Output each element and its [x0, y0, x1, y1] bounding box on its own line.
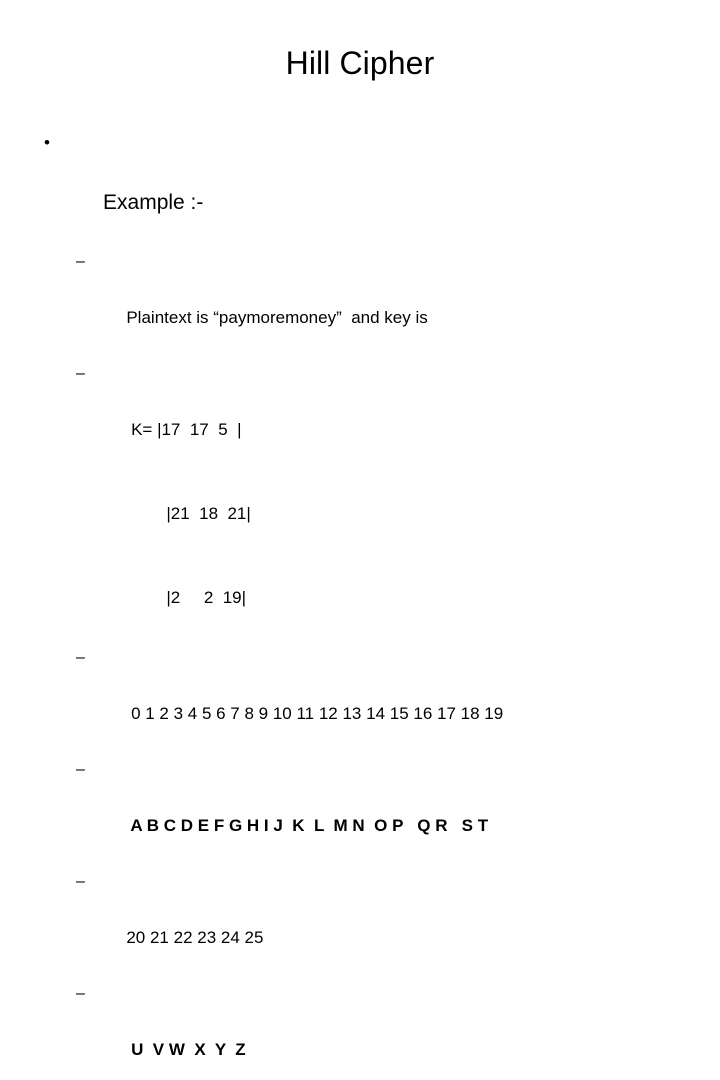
bullet-numbers-0-19: – 0 1 2 3 4 5 6 7 8 9 10 11 12 13 14 15 … — [0, 644, 720, 756]
numbers-0-19-label: 0 1 2 3 4 5 6 7 8 9 10 11 12 13 14 15 16… — [126, 704, 504, 723]
bullet-letters-a-t: – A B C D E F G H I J K L M N O P Q R S … — [0, 756, 720, 868]
key-matrix-row3-line: |2 2 19| — [0, 556, 720, 640]
letters-u-z-label: U V W X Y Z — [126, 1040, 246, 1059]
bullet-letters-u-z: – U V W X Y Z — [0, 980, 720, 1080]
key-matrix-row-1: |17 17 5 | — [157, 420, 242, 439]
dash-marker-icon: – — [76, 873, 85, 890]
page-title: Hill Cipher — [285, 45, 435, 81]
bullet-key-matrix-row1: – K= |17 17 5 | — [0, 360, 720, 472]
dash-marker-icon: – — [76, 761, 85, 778]
dash-marker-icon: – — [76, 649, 85, 666]
slide-body: • Example :- – Plaintext is “paymoremone… — [0, 128, 720, 1080]
bullet-plaintext-label: Plaintext is “paymoremoney” and key is — [126, 308, 428, 327]
numbers-20-25-label: 20 21 22 23 24 25 — [126, 928, 264, 947]
key-label: K= — [126, 420, 158, 439]
letters-a-t-label: A B C D E F G H I J K L M N O P Q R S T — [126, 816, 489, 835]
dash-marker-icon: – — [76, 985, 85, 1002]
dash-marker-icon: – — [76, 253, 85, 270]
bullet-plaintext: – Plaintext is “paymoremoney” and key is — [0, 248, 720, 360]
slide: Hill Cipher • Example :- – Plaintext is … — [0, 0, 720, 1059]
bullet-marker-icon: • — [44, 133, 50, 152]
bullet-example-label: Example :- — [103, 191, 204, 214]
dash-marker-icon: – — [76, 365, 85, 382]
key-matrix-row2-line: |21 18 21| — [0, 472, 720, 556]
bullet-example: • Example :- — [0, 128, 720, 248]
bullet-numbers-20-25: – 20 21 22 23 24 25 — [0, 868, 720, 980]
key-matrix-row-2: |21 18 21| — [166, 504, 251, 523]
key-matrix-row-3: |2 2 19| — [166, 588, 247, 607]
